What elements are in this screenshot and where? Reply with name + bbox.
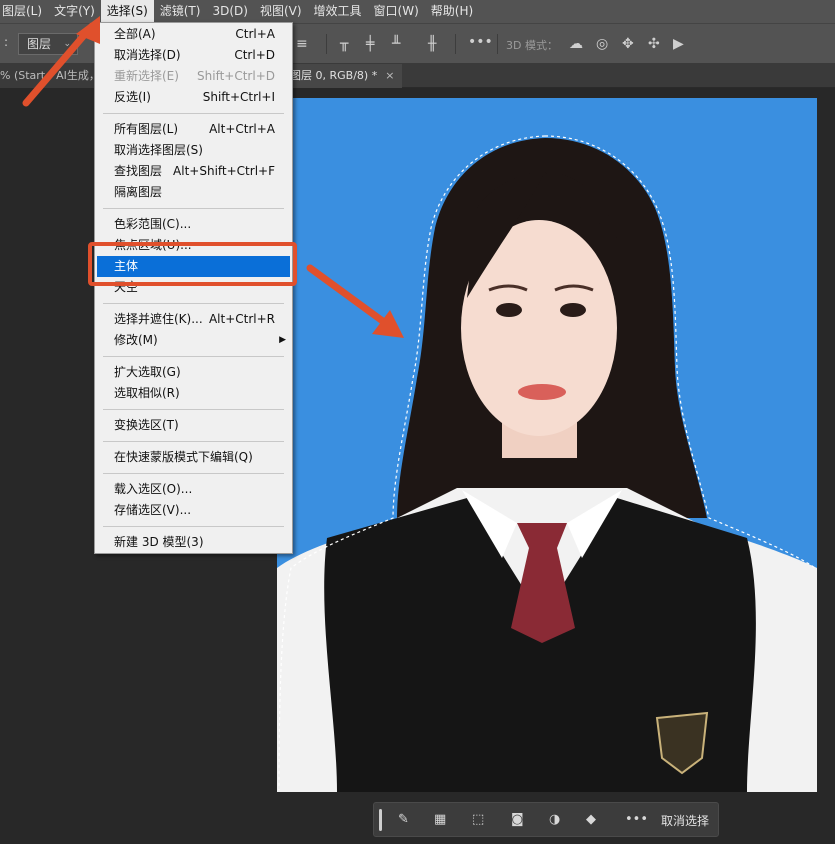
menu-item-grow[interactable]: 扩大选取(G)	[95, 362, 292, 383]
menu-item-all-layers[interactable]: 所有图层(L) Alt+Ctrl+A	[95, 119, 292, 140]
align-top-icon[interactable]: ╥	[340, 37, 348, 51]
layer-dropdown[interactable]: 图层 ⌄	[18, 33, 78, 55]
menu-window[interactable]: 窗口(W)	[368, 0, 425, 23]
portrait-photo	[277, 98, 817, 792]
brush-icon[interactable]: ✎	[398, 812, 409, 827]
menu-item-new-3d-model[interactable]: 新建 3D 模型(3)	[95, 532, 292, 553]
menu-item-similar[interactable]: 选取相似(R)	[95, 383, 292, 404]
menu-help[interactable]: 帮助(H)	[425, 0, 479, 23]
annotation-highlight-box	[88, 242, 297, 286]
document-photo[interactable]	[277, 98, 817, 792]
submenu-arrow-icon: ▶	[279, 335, 286, 345]
menu-item-deselect[interactable]: 取消选择(D) Ctrl+D	[95, 45, 292, 66]
more-icon[interactable]: •••	[625, 812, 648, 827]
deselect-button[interactable]: 取消选择	[661, 812, 709, 829]
menu-item-isolate-layers[interactable]: 隔离图层	[95, 182, 292, 203]
layer-dropdown-value: 图层	[27, 37, 52, 51]
transform-icon[interactable]: ⬚	[472, 812, 484, 827]
menu-divider	[103, 208, 284, 209]
roll-icon[interactable]: ◎	[596, 37, 608, 51]
fill-icon[interactable]: ◆	[586, 812, 596, 827]
menu-bar: 图层(L) 文字(Y) 选择(S) 滤镜(T) 3D(D) 视图(V) 增效工具…	[0, 0, 835, 23]
menu-item-deselect-layers[interactable]: 取消选择图层(S)	[95, 140, 292, 161]
more-options-icon[interactable]: •••	[468, 35, 493, 49]
menu-divider	[103, 526, 284, 527]
menu-plugins[interactable]: 增效工具	[308, 0, 368, 23]
align-horizontal-icon[interactable]: ≡	[296, 37, 308, 51]
options-colon: :	[4, 35, 9, 49]
tab-document-2[interactable]: 图层 0, RGB/8) * ×	[290, 64, 403, 88]
mask-icon[interactable]: ◙	[511, 812, 524, 827]
menu-divider	[103, 473, 284, 474]
contextual-task-bar: ✎ ▦ ⬚ ◙ ◑ ◆ ••• 取消选择	[373, 802, 719, 837]
tab-document-2-label: 图层 0, RGB/8) *	[290, 69, 378, 82]
menu-item-inverse[interactable]: 反选(I) Shift+Ctrl+I	[95, 87, 292, 108]
menu-view[interactable]: 视图(V)	[254, 0, 308, 23]
drag-handle-icon[interactable]	[379, 809, 382, 831]
divider	[326, 34, 327, 54]
align-vcenter-icon[interactable]: ╪	[366, 37, 374, 51]
menu-select[interactable]: 选择(S)	[100, 0, 154, 23]
menu-item-modify[interactable]: 修改(M) ▶	[95, 330, 292, 351]
menu-item-color-range[interactable]: 色彩范围(C)...	[95, 214, 292, 235]
menu-divider	[103, 441, 284, 442]
menu-divider	[103, 356, 284, 357]
menu-divider	[103, 303, 284, 304]
close-icon[interactable]: ×	[385, 69, 394, 82]
menu-item-quick-mask[interactable]: 在快速蒙版模式下编辑(Q)	[95, 447, 292, 468]
pan-icon[interactable]: ✥	[622, 37, 634, 51]
menu-item-reselect: 重新选择(E) Shift+Ctrl+D	[114, 69, 275, 83]
menu-item-save-selection[interactable]: 存储选区(V)...	[95, 500, 292, 521]
menu-3d[interactable]: 3D(D)	[206, 0, 253, 23]
divider	[497, 34, 498, 54]
menu-item-select-all[interactable]: 全部(A) Ctrl+A	[95, 24, 292, 45]
align-bottom-icon[interactable]: ╨	[392, 37, 400, 51]
distribute-icon[interactable]: ╫	[428, 37, 436, 51]
tab-document-1[interactable]: % (Start，AI生成，	[0, 64, 96, 88]
menu-divider	[103, 409, 284, 410]
orbit-icon[interactable]: ☁	[569, 37, 583, 51]
divider	[455, 34, 456, 54]
menu-divider	[103, 113, 284, 114]
select-subject-icon[interactable]: ▦	[434, 812, 446, 827]
menu-filter[interactable]: 滤镜(T)	[154, 0, 207, 23]
select-menu-dropdown: 全部(A) Ctrl+A 取消选择(D) Ctrl+D 重新选择(E) Shift+C…	[94, 22, 293, 554]
slide-icon[interactable]: ✣	[648, 37, 660, 51]
menu-type[interactable]: 文字(Y)	[48, 0, 101, 23]
camera-icon[interactable]: ▶	[673, 37, 684, 51]
menu-item-find-layers[interactable]: 查找图层 Alt+Shift+Ctrl+F	[95, 161, 292, 182]
3d-mode-label: 3D 模式：	[506, 39, 558, 52]
chevron-down-icon: ⌄	[63, 39, 71, 49]
menu-layer[interactable]: 图层(L)	[0, 0, 48, 23]
invert-icon[interactable]: ◑	[549, 812, 560, 827]
menu-item-transform-selection[interactable]: 变换选区(T)	[95, 415, 292, 436]
menu-item-load-selection[interactable]: 载入选区(O)...	[95, 479, 292, 500]
menu-item-select-and-mask[interactable]: 选择并遮住(K)... Alt+Ctrl+R	[95, 309, 292, 330]
